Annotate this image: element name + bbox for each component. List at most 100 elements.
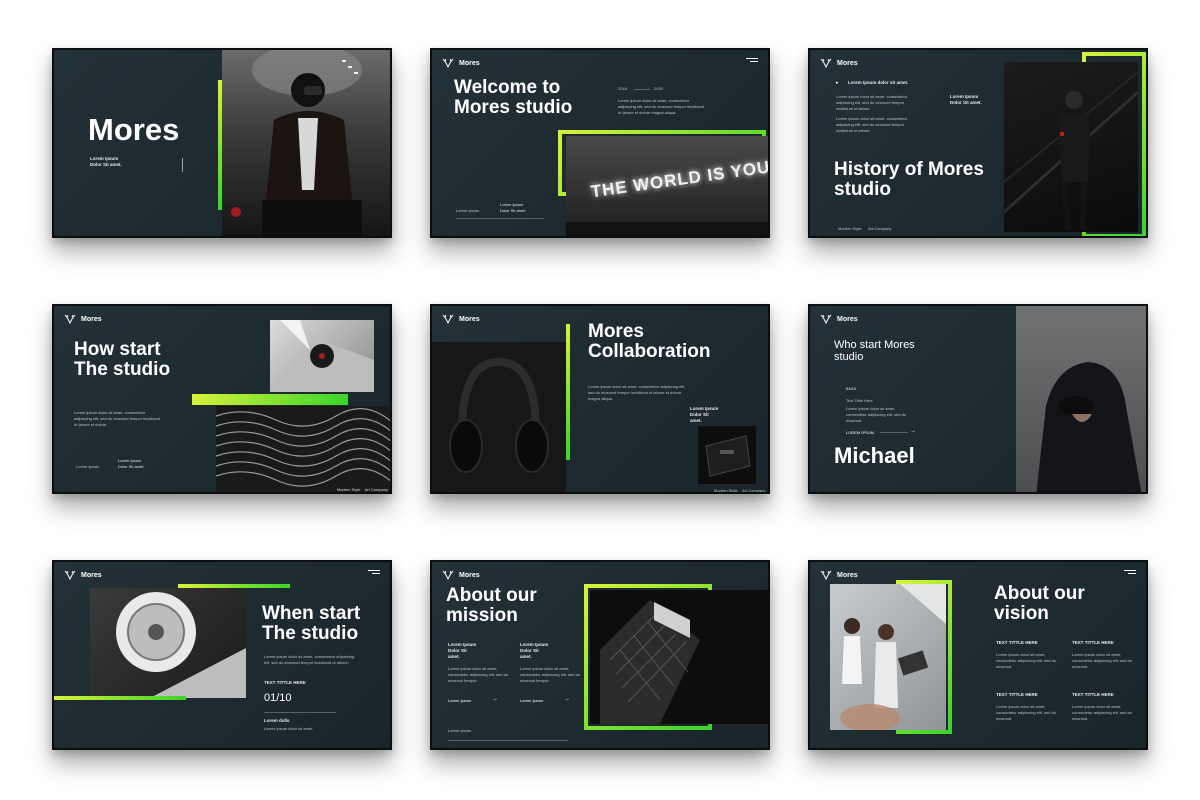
history-footer-right: Art Company	[868, 226, 892, 231]
vision-item-label: TEXT TITTLE HERE	[996, 640, 1038, 645]
vision-title: About our vision	[994, 583, 1085, 624]
neon-sign-photo: THE WORLD IS YOURS	[566, 136, 770, 236]
neon-sign-text: THE WORLD IS YOURS	[589, 153, 770, 202]
how-start-body: Lorem ipsum dolor sit amet, consectetur …	[74, 410, 161, 427]
brand: Mores	[820, 570, 858, 580]
brand: Mores	[442, 314, 480, 324]
headphones-image	[449, 357, 549, 473]
vision-item-label: TEXT TITTLE HERE	[1072, 692, 1114, 697]
slide-mores-cover[interactable]: Mores Lorem Ipsum Dolor Sit amet.	[52, 48, 392, 238]
deer-antler-logo-icon	[442, 58, 454, 68]
cover-photo-motorcycle-rider	[222, 50, 390, 236]
building-facade-photo	[590, 590, 768, 724]
vision-item-body: Lorem ipsum dolor sit amet, consectetur …	[996, 652, 1057, 669]
mission-link-a[interactable]: Lorem Ipsum	[448, 698, 471, 704]
headphones-photo	[432, 342, 566, 492]
mission-link-b[interactable]: Lorem Ipsum	[520, 698, 543, 704]
vision-item-body: Lorem ipsum dolor sit amet, consectetur …	[1072, 704, 1133, 721]
collab-footer-left: Modern Style	[714, 488, 738, 493]
slide-vision[interactable]: Mores About our vision TEXT TITTLE HERE …	[808, 560, 1148, 750]
arrow-right-icon[interactable]: →	[492, 696, 498, 702]
stairway-man-photo	[1004, 62, 1138, 232]
wave-caption: Modern Style Art Company	[336, 487, 388, 492]
cover-subtitle: Lorem Ipsum Dolor Sit amet.	[90, 156, 122, 168]
brand: Mores	[64, 314, 102, 324]
slide-welcome[interactable]: Mores Welcome to Mores studio 2018 2020 …	[430, 48, 770, 238]
deer-antler-logo-icon	[64, 570, 76, 580]
hamburger-menu-icon[interactable]	[1124, 570, 1136, 576]
hooded-man-image	[1036, 362, 1142, 492]
welcome-footer-right: Lorem Ipsum Dolor Sit amet.	[500, 202, 527, 213]
deer-antler-logo-icon	[820, 58, 832, 68]
collab-footer-right: Art Company	[742, 488, 766, 493]
year-start: 2018	[618, 86, 627, 91]
welcome-body: Lorem ipsum dolor sit amet, consectetur …	[618, 98, 705, 115]
when-start-title: When start The studio	[262, 603, 361, 644]
deer-antler-logo-icon	[820, 570, 832, 580]
mission-footer: Lorem Ipsum	[448, 728, 472, 733]
wave-pattern-image	[216, 408, 390, 487]
welcome-title: Welcome to Mores studio	[454, 77, 573, 118]
mission-col-a: Lorem Ipsum Dolor Sit amet.	[448, 642, 477, 660]
year-divider	[634, 89, 650, 90]
cover-title: Mores	[88, 112, 180, 147]
welcome-footer-rule	[456, 218, 544, 219]
car-wheel-image	[116, 592, 246, 698]
fashion-shoot-photo	[830, 584, 946, 730]
history-body-1: Lorem ipsum dolor sit amet, consectetur …	[836, 94, 908, 111]
scroll-down-line	[182, 158, 183, 172]
brand-name: Mores	[837, 315, 858, 323]
mission-col-b: Lorem Ipsum Dolor Sit amet.	[520, 642, 549, 660]
building-image	[600, 600, 700, 724]
brand-name: Mores	[459, 315, 480, 323]
mission-body-b: Lorem ipsum dolor sit amet, consectetur …	[520, 666, 581, 683]
when-body: Lorem ipsum dolor sit amet, consectetur …	[264, 654, 355, 665]
history-title: History of Mores studio	[834, 159, 984, 200]
brand-name: Mores	[459, 59, 480, 67]
mission-footer-rule	[448, 740, 568, 741]
when-label: TEXT TITTLE HERE	[264, 680, 306, 685]
welcome-footer-left: Lorem Ipsum	[456, 208, 480, 213]
when-footer-title: Lorem dulls	[264, 718, 290, 723]
speaker-device-photo	[698, 426, 756, 484]
how-start-footer-right: Lorem Ipsum Dolor Sit amet.	[118, 458, 145, 469]
slide-when-start[interactable]: Mores When start The studio Lorem ipsum …	[52, 560, 392, 750]
deer-antler-logo-icon	[442, 314, 454, 324]
slide-who-start[interactable]: Mores Who start Mores studio 01/10 Text …	[808, 304, 1148, 494]
brand: Mores	[820, 58, 858, 68]
vinyl-image	[270, 320, 374, 392]
play-icon[interactable]: ▸	[836, 80, 839, 86]
hamburger-menu-icon[interactable]	[746, 58, 758, 64]
when-footer-body: Lorem ipsum dolor sit amet.	[264, 726, 314, 731]
slide-collaboration[interactable]: Mores Mores Collaboration Lorem ipsum do…	[430, 304, 770, 494]
arrow-right-icon[interactable]: →	[910, 428, 916, 434]
history-side-note: Lorem Ipsum Dolor Sit amet.	[950, 94, 982, 106]
brand: Mores	[64, 570, 102, 580]
brand: Mores	[442, 570, 480, 580]
slide-history[interactable]: Mores ▸ Lorem Ipsum dolor sit amet. Lore…	[808, 48, 1148, 238]
vision-item-label: TEXT TITTLE HERE	[996, 692, 1038, 697]
vision-item-body: Lorem ipsum dolor sit amet, consectetur …	[1072, 652, 1133, 669]
who-link[interactable]: LOREM IPSUM	[846, 430, 874, 436]
slide-how-start[interactable]: Mores How start The studio Lorem ipsum d…	[52, 304, 392, 494]
how-start-neon-bar	[192, 394, 348, 405]
year-end: 2020	[654, 86, 663, 91]
collab-neon-bar	[566, 324, 570, 460]
fashion-shoot-image	[840, 584, 946, 730]
brand-name: Mores	[459, 571, 480, 579]
rider-image	[231, 50, 362, 236]
who-name: Michael	[834, 443, 915, 468]
who-start-title: Who start Mores studio	[834, 339, 915, 363]
arrow-right-icon[interactable]: →	[564, 696, 570, 702]
when-bottom-neon-bar	[54, 696, 186, 700]
who-counter: 01/10	[846, 386, 857, 391]
car-wheel-photo	[90, 588, 246, 698]
when-counter-rule	[264, 712, 336, 713]
deer-antler-logo-icon	[64, 314, 76, 324]
collab-note: Lorem Ipsum Dolor Sit amet.	[690, 406, 719, 424]
speaker-image	[705, 435, 751, 477]
how-start-title: How start The studio	[74, 339, 171, 380]
hamburger-menu-icon[interactable]	[368, 570, 380, 576]
vision-item-label: TEXT TITTLE HERE	[1072, 640, 1114, 645]
slide-mission[interactable]: Mores About our mission Lorem Ipsum Dolo…	[430, 560, 770, 750]
